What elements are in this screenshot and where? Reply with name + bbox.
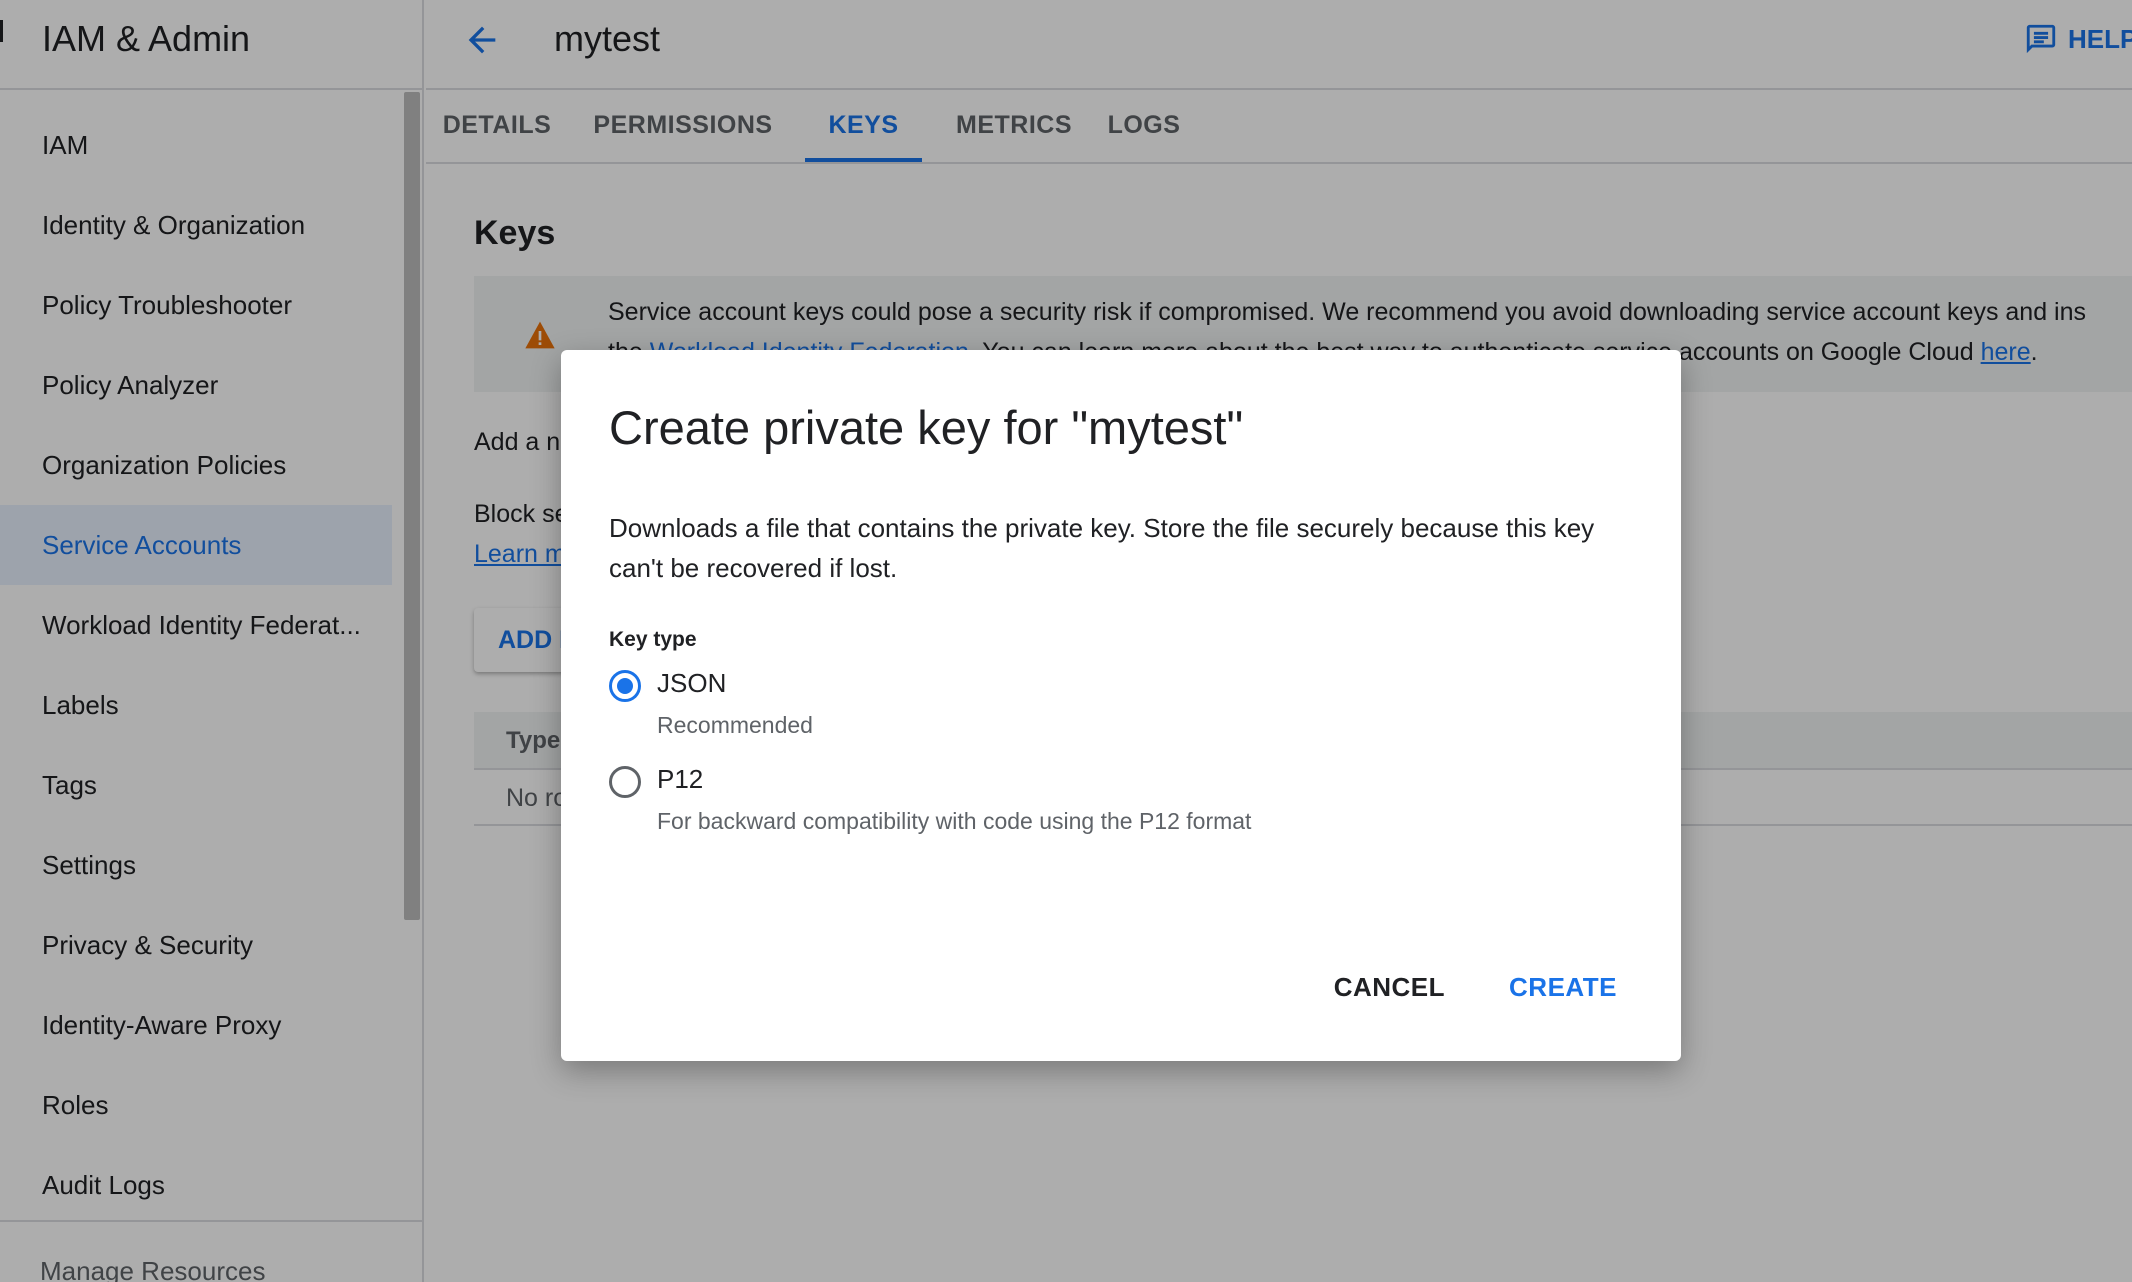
p12-sublabel: For backward compatibility with code usi… [657,808,1252,834]
dialog-actions: CANCEL CREATE [1318,964,1633,1011]
create-button[interactable]: CREATE [1493,964,1633,1011]
app-root: IAM & Admin IAM Identity & Organization … [0,0,2132,1282]
cancel-button[interactable]: CANCEL [1318,964,1461,1011]
key-type-label: Key type [609,628,697,651]
create-private-key-dialog: Create private key for "mytest" Download… [561,350,1681,1061]
dialog-description: Downloads a file that contains the priva… [609,513,1595,583]
json-sublabel: Recommended [657,712,813,738]
dialog-title: Create private key for "mytest" [609,401,1244,454]
json-radio[interactable] [609,670,641,702]
p12-label[interactable]: P12 [657,764,703,795]
json-label[interactable]: JSON [657,668,726,699]
p12-radio[interactable] [609,766,641,798]
